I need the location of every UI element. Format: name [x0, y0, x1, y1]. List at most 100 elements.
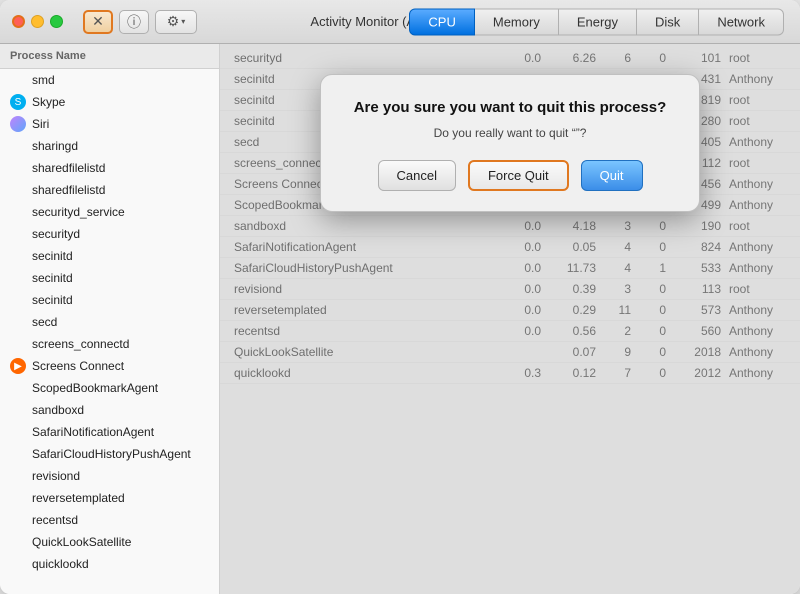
process-name: smd	[32, 73, 55, 87]
list-item[interactable]: SafariNotificationAgent	[0, 421, 219, 443]
list-item[interactable]: ScopedBookmarkAgent	[0, 377, 219, 399]
list-item[interactable]: ▶ Screens Connect	[0, 355, 219, 377]
process-name: secinitd	[32, 249, 73, 263]
skype-icon: S	[10, 94, 26, 110]
list-item[interactable]: screens_connectd	[0, 333, 219, 355]
list-item[interactable]: sharedfilelistd	[0, 157, 219, 179]
dialog-message: Do you really want to quit “”?	[349, 126, 671, 140]
tab-memory[interactable]: Memory	[475, 8, 559, 35]
stop-icon: ✕	[92, 13, 104, 30]
list-item[interactable]: reversetemplated	[0, 487, 219, 509]
chevron-down-icon: ▾	[181, 17, 185, 26]
process-name: recentsd	[32, 513, 78, 527]
traffic-lights	[12, 15, 63, 28]
list-item[interactable]: securityd	[0, 223, 219, 245]
cancel-button[interactable]: Cancel	[378, 160, 456, 191]
list-item[interactable]: secinitd	[0, 245, 219, 267]
process-name: screens_connectd	[32, 337, 129, 351]
list-item[interactable]: sharingd	[0, 135, 219, 157]
list-item[interactable]: secinitd	[0, 289, 219, 311]
process-icon	[10, 380, 26, 396]
process-name: ScopedBookmarkAgent	[32, 381, 158, 395]
list-item[interactable]: Siri	[0, 113, 219, 135]
dialog-buttons: Cancel Force Quit Quit	[349, 160, 671, 191]
force-quit-button[interactable]: Force Quit	[468, 160, 569, 191]
list-item[interactable]: sharedfilelistd	[0, 179, 219, 201]
content-area: Process Name smd S Skype Siri sharingd s…	[0, 44, 800, 594]
list-item[interactable]: secinitd	[0, 267, 219, 289]
process-name: secinitd	[32, 293, 73, 307]
process-icon	[10, 512, 26, 528]
main-window: ✕ ⓘ ⚙ ▾ Activity Monitor (All Processes)…	[0, 0, 800, 594]
tab-energy[interactable]: Energy	[559, 8, 637, 35]
process-name: sandboxd	[32, 403, 84, 417]
process-icon	[10, 226, 26, 242]
process-icon	[10, 534, 26, 550]
process-name: Skype	[32, 95, 65, 109]
process-name: sharedfilelistd	[32, 161, 105, 175]
process-icon	[10, 314, 26, 330]
dialog-title: Are you sure you want to quit this proce…	[349, 99, 671, 116]
siri-icon	[10, 116, 26, 132]
process-icon	[10, 446, 26, 462]
quit-button[interactable]: Quit	[581, 160, 643, 191]
process-name: reversetemplated	[32, 491, 125, 505]
stop-process-button[interactable]: ✕	[83, 10, 113, 34]
process-icon	[10, 182, 26, 198]
process-icon	[10, 248, 26, 264]
process-icon	[10, 292, 26, 308]
process-name: secinitd	[32, 271, 73, 285]
process-icon	[10, 204, 26, 220]
tab-bar: CPU Memory Energy Disk Network	[409, 8, 784, 35]
process-name: secd	[32, 315, 57, 329]
process-icon	[10, 402, 26, 418]
dialog-overlay: Are you sure you want to quit this proce…	[220, 44, 800, 594]
gear-icon: ⚙	[167, 13, 180, 30]
toolbar-buttons: ✕ ⓘ ⚙ ▾	[83, 10, 197, 34]
info-button[interactable]: ⓘ	[119, 10, 149, 34]
process-icon	[10, 138, 26, 154]
process-icon	[10, 72, 26, 88]
close-button[interactable]	[12, 15, 25, 28]
process-icon	[10, 556, 26, 572]
list-item[interactable]: smd	[0, 69, 219, 91]
process-name: sharingd	[32, 139, 78, 153]
list-item[interactable]: QuickLookSatellite	[0, 531, 219, 553]
process-name: sharedfilelistd	[32, 183, 105, 197]
process-name: QuickLookSatellite	[32, 535, 131, 549]
process-icon	[10, 424, 26, 440]
process-icon	[10, 336, 26, 352]
list-item[interactable]: quicklookd	[0, 553, 219, 575]
list-item[interactable]: SafariCloudHistoryPushAgent	[0, 443, 219, 465]
titlebar: ✕ ⓘ ⚙ ▾ Activity Monitor (All Processes)…	[0, 0, 800, 44]
process-name: SafariCloudHistoryPushAgent	[32, 447, 191, 461]
sidebar-header: Process Name	[0, 44, 219, 69]
process-icon	[10, 270, 26, 286]
list-item[interactable]: securityd_service	[0, 201, 219, 223]
list-item[interactable]: sandboxd	[0, 399, 219, 421]
process-name: Siri	[32, 117, 49, 131]
minimize-button[interactable]	[31, 15, 44, 28]
list-item[interactable]: secd	[0, 311, 219, 333]
process-name: SafariNotificationAgent	[32, 425, 154, 439]
process-name: securityd	[32, 227, 80, 241]
process-icon	[10, 160, 26, 176]
main-area: securityd 0.0 6.26 6 0 101 root secinitd…	[220, 44, 800, 594]
process-icon	[10, 490, 26, 506]
tab-cpu[interactable]: CPU	[409, 8, 474, 35]
process-name: securityd_service	[32, 205, 125, 219]
process-icon	[10, 468, 26, 484]
process-name: revisiond	[32, 469, 80, 483]
process-name: Screens Connect	[32, 359, 124, 373]
quit-dialog: Are you sure you want to quit this proce…	[320, 74, 700, 212]
list-item[interactable]: recentsd	[0, 509, 219, 531]
list-item[interactable]: revisiond	[0, 465, 219, 487]
gear-menu-button[interactable]: ⚙ ▾	[155, 10, 197, 34]
info-icon: ⓘ	[127, 12, 141, 32]
tab-network[interactable]: Network	[699, 8, 784, 35]
maximize-button[interactable]	[50, 15, 63, 28]
screens-icon: ▶	[10, 358, 26, 374]
tab-disk[interactable]: Disk	[637, 8, 699, 35]
list-item[interactable]: S Skype	[0, 91, 219, 113]
sidebar: Process Name smd S Skype Siri sharingd s…	[0, 44, 220, 594]
